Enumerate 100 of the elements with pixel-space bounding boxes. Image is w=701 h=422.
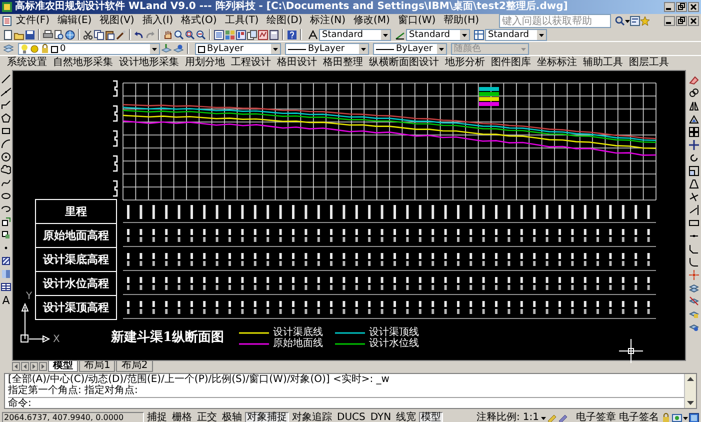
- help-topics-icon[interactable]: [630, 16, 640, 26]
- new-file-icon[interactable]: [3, 30, 13, 40]
- menu-item[interactable]: 工具(T): [220, 15, 263, 27]
- scale-icon[interactable]: [689, 166, 699, 176]
- menu-item[interactable]: 标注(N): [306, 15, 350, 27]
- lineweight-dropdown[interactable]: ByLayer: [373, 42, 447, 54]
- polyline-icon[interactable]: [1, 100, 11, 110]
- status-toggle[interactable]: 对象捕捉: [245, 412, 289, 422]
- tool-menu-item[interactable]: 地形分析: [442, 56, 488, 68]
- line-tool-icon[interactable]: [1, 74, 11, 84]
- linetype-dropdown[interactable]: ByLayer: [285, 42, 369, 54]
- stretch-icon[interactable]: [689, 179, 699, 189]
- menu-item[interactable]: 视图(V): [96, 15, 138, 27]
- tool-menu-item[interactable]: 用划分地: [182, 56, 228, 68]
- status-toggle[interactable]: 栅格: [170, 412, 194, 422]
- tool-menu-item[interactable]: 纵横断面图设计: [366, 56, 442, 68]
- style-dropdown[interactable]: Standard: [485, 28, 547, 40]
- layer-manager-icon[interactable]: [3, 44, 14, 54]
- annotation-visibility-icon[interactable]: [547, 413, 557, 422]
- tool-menu-item[interactable]: 系统设置: [4, 56, 50, 68]
- menu-item[interactable]: 绘图(D): [262, 15, 306, 27]
- properties-icon[interactable]: [214, 30, 224, 40]
- hatch-icon[interactable]: [1, 256, 11, 266]
- ellipse-icon[interactable]: [1, 191, 11, 201]
- status-toggle[interactable]: 极轴: [220, 412, 244, 422]
- layer-lock-icon[interactable]: [689, 309, 699, 319]
- help-search-field[interactable]: 键入问题以获取帮助: [499, 14, 611, 28]
- copy-icon[interactable]: [94, 30, 104, 40]
- revision-cloud-icon[interactable]: [1, 165, 11, 175]
- color-dropdown[interactable]: ByLayer: [195, 42, 281, 54]
- tool-menu-item[interactable]: 图件图库: [488, 56, 534, 68]
- clean-screen-icon[interactable]: [689, 413, 699, 422]
- tool-menu-item[interactable]: 格田整理: [320, 56, 366, 68]
- minimize-icon[interactable]: [664, 2, 675, 12]
- tab-scroll-arrow-icon[interactable]: [21, 362, 29, 370]
- eraser-icon[interactable]: [689, 75, 699, 85]
- text-style-icon[interactable]: [308, 30, 318, 40]
- printer-icon[interactable]: [43, 30, 53, 40]
- tool-menu-item[interactable]: 自然地形采集: [50, 56, 116, 68]
- menu-item[interactable]: 窗口(W): [394, 15, 440, 27]
- calculator-icon[interactable]: [269, 30, 279, 40]
- array-icon[interactable]: [689, 127, 699, 137]
- restore-icon[interactable]: [676, 16, 687, 26]
- paste-icon[interactable]: [105, 30, 115, 40]
- tab-scroll-arrow-icon[interactable]: [39, 362, 47, 370]
- auto-scale-icon[interactable]: [558, 413, 568, 422]
- status-toggle[interactable]: 捕捉: [145, 412, 169, 422]
- lock-icon[interactable]: [661, 413, 671, 422]
- arc-icon[interactable]: [1, 139, 11, 149]
- tool-menu-item[interactable]: 工程设计: [228, 56, 274, 68]
- pan-hand-icon[interactable]: [163, 30, 173, 40]
- make-current-layer-icon[interactable]: [161, 44, 172, 54]
- menu-item[interactable]: 文件(F): [12, 15, 54, 27]
- zoom-window-icon[interactable]: [185, 30, 195, 40]
- print-preview-icon[interactable]: [54, 30, 64, 40]
- help-icon[interactable]: [287, 30, 297, 40]
- star-icon[interactable]: [640, 16, 650, 26]
- zoom-previous-icon[interactable]: [196, 30, 206, 40]
- fillet-icon[interactable]: [689, 257, 699, 267]
- menu-item[interactable]: 编辑(E): [54, 15, 96, 27]
- annotation-scale-dropdown[interactable]: 1:1: [522, 413, 540, 422]
- tray-settings-icon[interactable]: [672, 413, 682, 422]
- mirror-icon[interactable]: [689, 101, 699, 111]
- undo-arrow-icon[interactable]: [134, 30, 144, 40]
- status-button[interactable]: 电子签名: [618, 413, 660, 422]
- minimize-icon[interactable]: [664, 16, 675, 26]
- layer-isolate-icon[interactable]: [689, 322, 699, 332]
- status-toggle[interactable]: 线宽: [394, 412, 418, 422]
- menu-item[interactable]: 修改(M): [350, 15, 394, 27]
- offset-icon[interactable]: [689, 114, 699, 124]
- tool-menu-item[interactable]: 图层工具: [626, 56, 672, 68]
- menu-item[interactable]: 插入(I): [138, 15, 178, 27]
- scissors-icon[interactable]: [83, 30, 93, 40]
- status-toggle[interactable]: 模型: [419, 412, 444, 422]
- menu-item[interactable]: 格式(O): [177, 15, 221, 27]
- close-icon[interactable]: [688, 16, 699, 26]
- restore-icon[interactable]: [676, 2, 687, 12]
- status-toggle[interactable]: 对象追踪: [290, 412, 334, 422]
- insert-block-icon[interactable]: [1, 217, 11, 227]
- ellipse-arc-icon[interactable]: [1, 204, 11, 214]
- make-block-icon[interactable]: [1, 230, 11, 240]
- brush-icon[interactable]: [116, 30, 126, 40]
- zoom-realtime-icon[interactable]: [174, 30, 184, 40]
- previous-layer-icon[interactable]: [173, 44, 184, 54]
- move-icon[interactable]: [689, 140, 699, 150]
- table-style-icon[interactable]: [474, 30, 484, 40]
- status-toggle[interactable]: DYN: [368, 412, 394, 422]
- circle-icon[interactable]: [1, 152, 11, 162]
- search-icon[interactable]: [615, 16, 625, 26]
- tool-menu-item[interactable]: 设计地形采集: [116, 56, 182, 68]
- layer-off-icon[interactable]: [689, 296, 699, 306]
- extend-icon[interactable]: [689, 205, 699, 215]
- polygon-icon[interactable]: [1, 113, 11, 123]
- rectangle-icon[interactable]: [1, 126, 11, 136]
- spline-icon[interactable]: [1, 178, 11, 188]
- layer-dropdown[interactable]: 0: [18, 42, 160, 54]
- menu-item[interactable]: 帮助(H): [440, 15, 483, 27]
- tab-scroll-arrow-icon[interactable]: [12, 362, 20, 370]
- close-icon[interactable]: [688, 2, 699, 12]
- layer-stack-icon[interactable]: [689, 283, 699, 293]
